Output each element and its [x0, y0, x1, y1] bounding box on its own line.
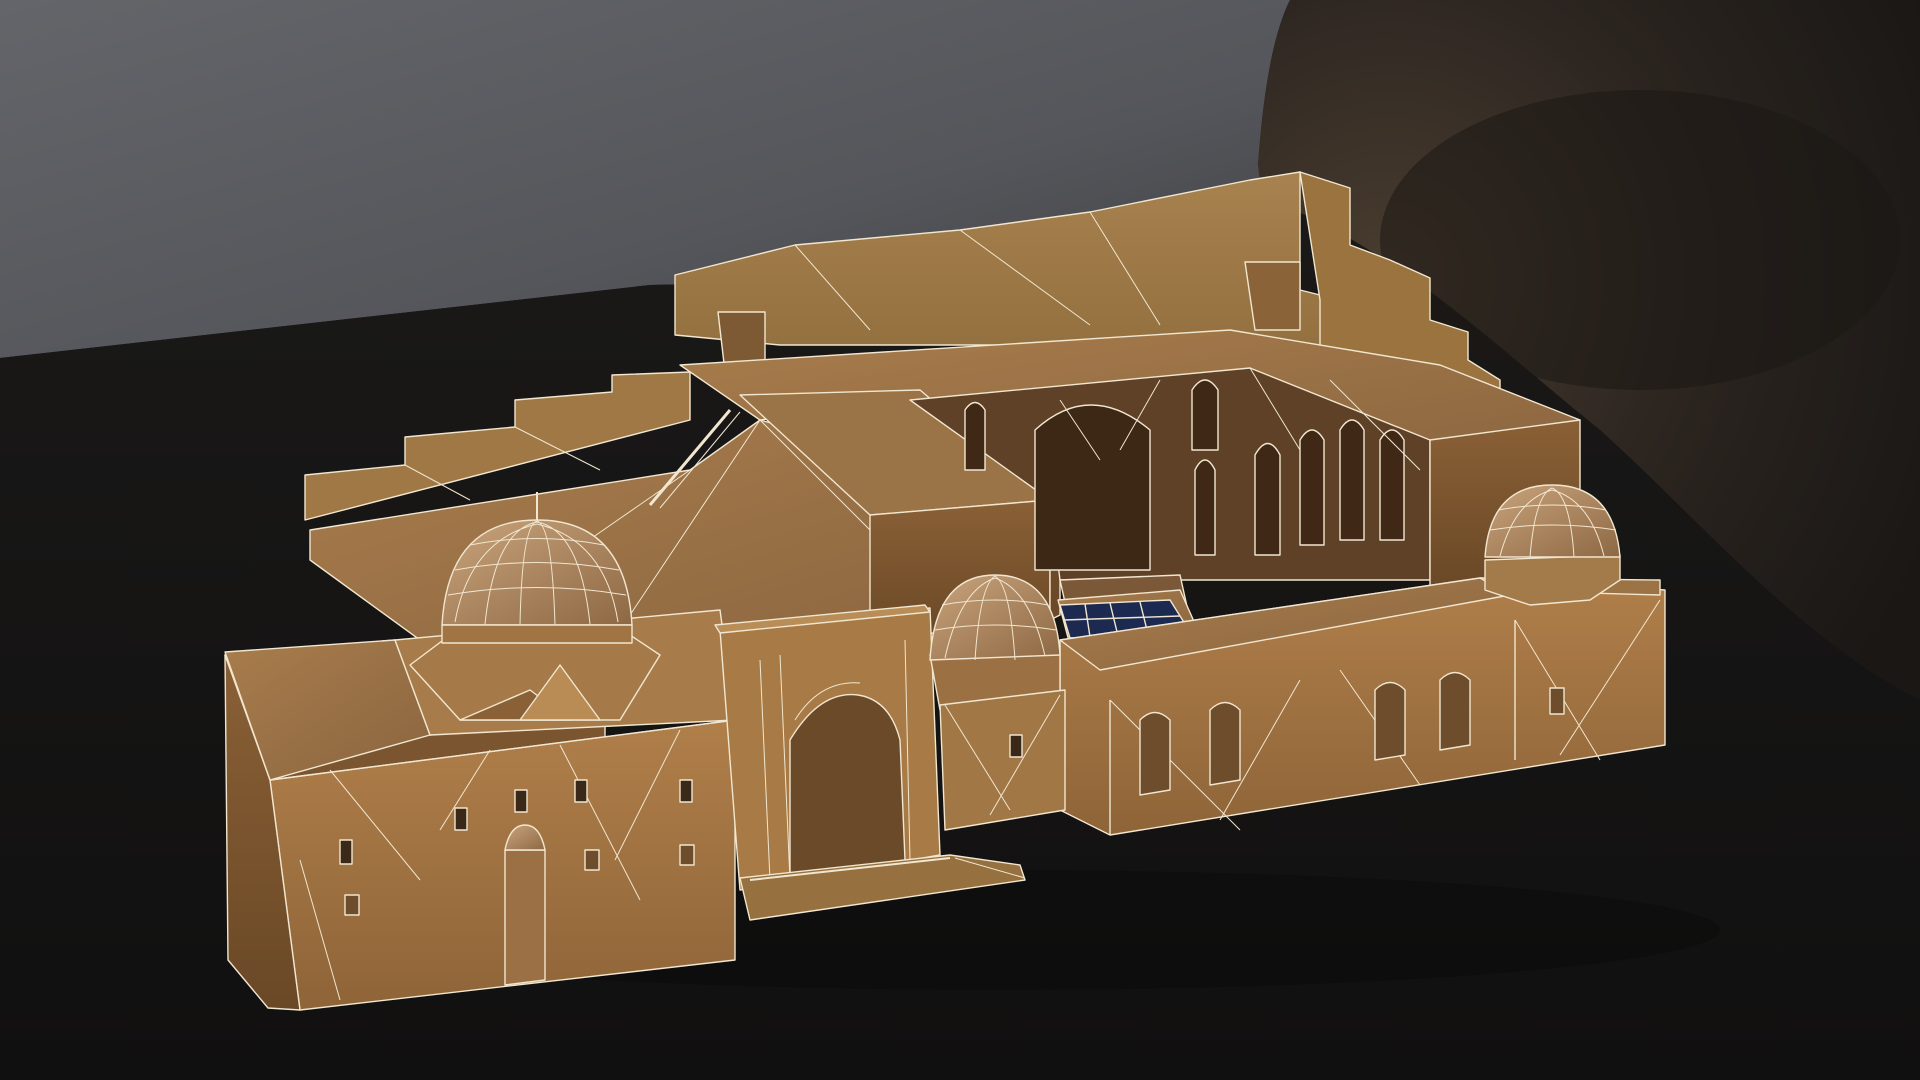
right-dome	[1484, 484, 1621, 606]
middle-dome	[929, 574, 1066, 831]
minaret	[504, 824, 546, 986]
scene	[0, 0, 1920, 1080]
